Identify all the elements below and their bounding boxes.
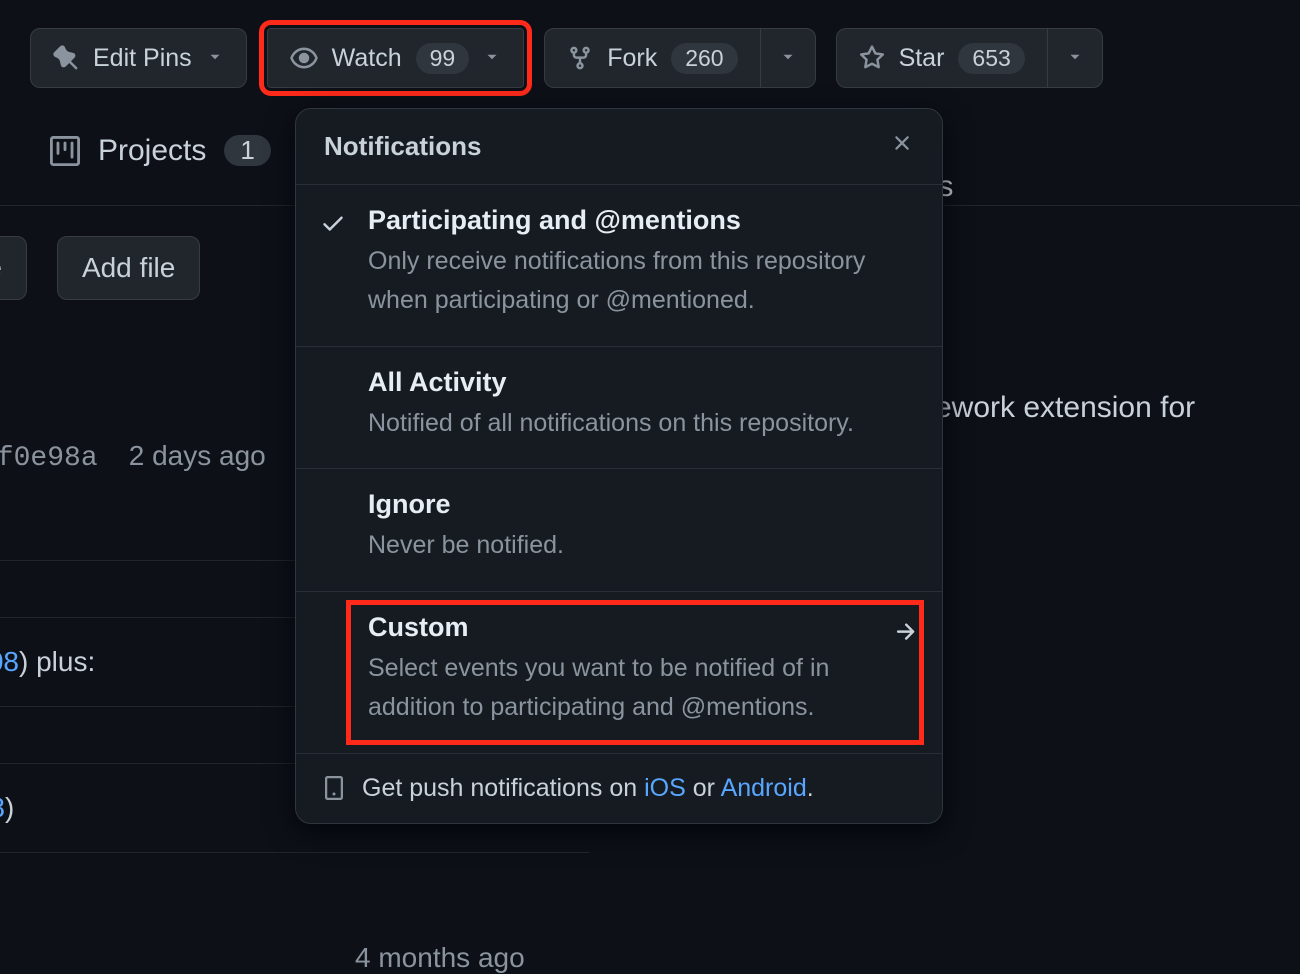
watch-count: 99	[416, 43, 470, 74]
star-label: Star	[899, 44, 945, 73]
fork-label: Fork	[607, 44, 657, 73]
commit-sha[interactable]: 0f0e98a	[0, 443, 98, 474]
star-count: 653	[958, 43, 1024, 74]
caret-down-icon	[779, 44, 797, 73]
notification-option-ignore[interactable]: Ignore Never be notified.	[296, 468, 942, 591]
time-fragment: 4 months ago	[355, 942, 525, 974]
option-title: Ignore	[368, 489, 918, 520]
fork-dropdown-button[interactable]	[760, 28, 816, 88]
repo-action-toolbar: Edit Pins Watch 99 Fork 260	[0, 0, 1300, 116]
projects-tab-label[interactable]: Projects	[98, 134, 206, 168]
caret-down-icon	[1066, 44, 1084, 73]
projects-count: 1	[224, 135, 270, 166]
close-icon	[890, 131, 914, 155]
fork-icon	[567, 45, 593, 71]
option-desc: Never be notified.	[368, 526, 918, 565]
text-fragment: or	[686, 774, 721, 802]
star-button-group: Star 653	[836, 28, 1103, 88]
fork-button-group: Fork 260	[544, 28, 815, 88]
eye-icon	[290, 44, 318, 72]
notification-option-custom[interactable]: Custom Select events you want to be noti…	[296, 591, 942, 753]
option-desc: Select events you want to be notified of…	[368, 649, 878, 727]
watch-button[interactable]: Watch 99	[267, 28, 525, 88]
notification-option-all-activity[interactable]: All Activity Notified of all notificatio…	[296, 346, 942, 469]
caret-down-icon	[483, 44, 501, 73]
star-button[interactable]: Star 653	[836, 28, 1047, 88]
fork-count: 260	[671, 43, 737, 74]
notification-option-participating[interactable]: Participating and @mentions Only receive…	[296, 184, 942, 346]
popover-title: Notifications	[324, 131, 481, 162]
issue-link[interactable]: #408	[0, 646, 19, 677]
check-icon	[320, 205, 354, 320]
caret-down-icon	[206, 44, 224, 73]
table-row	[0, 852, 590, 909]
project-icon	[50, 136, 80, 166]
option-title: All Activity	[368, 367, 918, 398]
close-button[interactable]	[890, 131, 914, 162]
option-desc: Only receive notifications from this rep…	[368, 242, 918, 320]
star-icon	[859, 45, 885, 71]
text-fragment: )	[5, 792, 14, 823]
option-desc: Notified of all notifications on this re…	[368, 404, 918, 443]
check-placeholder	[320, 612, 354, 727]
option-title: Participating and @mentions	[368, 205, 918, 236]
latest-commit-row: 0f0e98a 2 days ago	[0, 440, 266, 474]
edit-pins-button[interactable]: Edit Pins	[30, 28, 247, 88]
mobile-icon	[322, 776, 346, 800]
arrow-right-icon	[892, 612, 918, 727]
popover-footer: Get push notifications on iOS or Android…	[296, 753, 942, 823]
pin-icon	[53, 45, 79, 71]
text-fragment: ) plus:	[19, 646, 95, 677]
edit-pins-label: Edit Pins	[93, 44, 192, 73]
watch-label: Watch	[332, 44, 402, 73]
go-to-file-button[interactable]: to file	[0, 236, 27, 300]
ios-link[interactable]: iOS	[644, 774, 686, 802]
star-dropdown-button[interactable]	[1047, 28, 1103, 88]
add-file-button[interactable]: Add file	[57, 236, 200, 300]
text-fragment: .	[807, 774, 814, 802]
check-placeholder	[320, 489, 354, 565]
notifications-popover: Notifications Participating and @mention…	[295, 108, 943, 824]
android-link[interactable]: Android	[721, 774, 807, 802]
text-fragment: Get push notifications on	[362, 774, 644, 802]
fork-button[interactable]: Fork 260	[544, 28, 759, 88]
footer-text: Get push notifications on iOS or Android…	[362, 774, 814, 803]
popover-header: Notifications	[296, 109, 942, 184]
option-title: Custom	[368, 612, 878, 643]
commit-time: 2 days ago	[129, 440, 266, 471]
repo-description-fragment: ework extension for	[935, 385, 1195, 430]
check-placeholder	[320, 367, 354, 443]
